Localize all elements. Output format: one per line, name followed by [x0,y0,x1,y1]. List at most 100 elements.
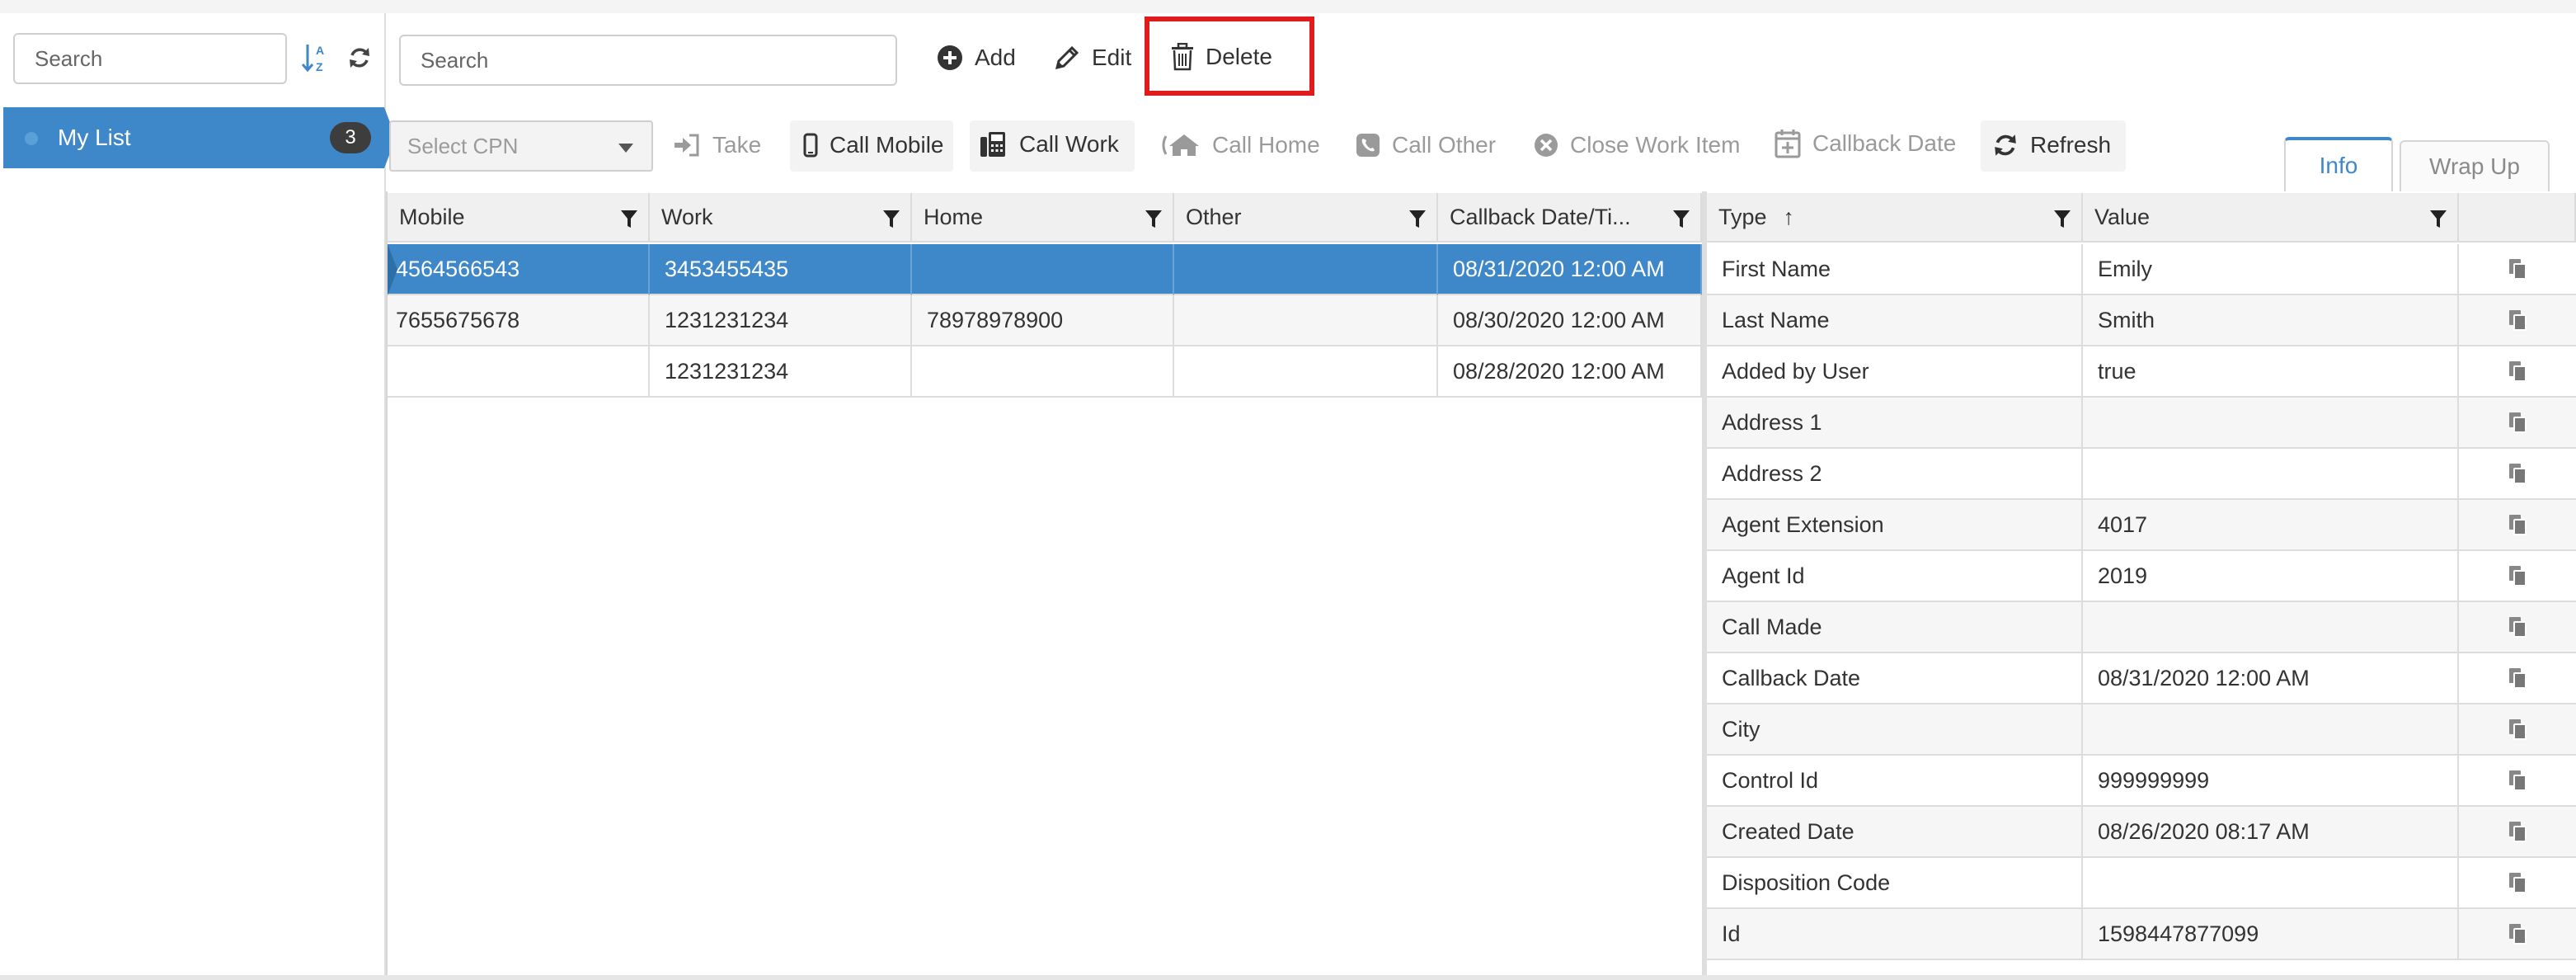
call-work-label: Call Work [1019,131,1119,157]
copy-icon[interactable] [2459,704,2576,756]
field-value: 08/26/2020 08:17 AM [2083,807,2459,858]
column-header-actions [2459,193,2576,243]
calendar-plus-icon [1775,130,1801,158]
field-value: 4017 [2083,500,2459,551]
table-cell: 08/30/2020 12:00 AM [1438,295,1702,346]
tab-info-label: Info [2319,153,2358,178]
bottom-border [0,975,2576,980]
filter-icon[interactable] [1672,210,1690,235]
field-value: true [2083,346,2459,398]
call-other-button[interactable]: Call Other [1356,132,1496,158]
copy-icon[interactable] [2459,653,2576,704]
contact-search-input[interactable] [399,35,897,86]
refresh-label: Refresh [2030,132,2112,158]
refresh-icon [1995,134,2016,156]
filter-icon[interactable] [882,210,900,235]
field-name: Last Name [1707,295,2083,346]
close-circle-icon [1535,134,1558,157]
table-cell: 08/31/2020 12:00 AM [1438,244,1702,295]
tab-wrap-up-label: Wrap Up [2429,153,2520,179]
copy-icon[interactable] [2459,398,2576,449]
field-value: 08/31/2020 12:00 AM [2083,653,2459,704]
field-name: Agent Id [1707,551,2083,602]
column-header-label: Value [2094,204,2151,229]
copy-icon[interactable] [2459,346,2576,398]
field-name: City [1707,704,2083,756]
refresh-button[interactable]: Refresh [1992,132,2111,158]
call-home-button[interactable]: Call Home [1159,132,1320,158]
sort-az-icon[interactable]: A Z [300,41,330,74]
copy-icon[interactable] [2459,602,2576,653]
top-strip [0,0,2576,13]
copy-icon[interactable] [2459,551,2576,602]
close-work-item-label: Close Work Item [1570,132,1741,158]
copy-icon[interactable] [2459,295,2576,346]
table-cell [1174,244,1438,295]
call-work-button[interactable]: Call Work [980,130,1119,158]
field-value [2083,398,2459,449]
column-header[interactable]: Callback Date/Ti... [1438,193,1702,243]
phone-square-icon [1356,134,1380,157]
field-value [2083,449,2459,500]
column-header[interactable]: Work [650,193,912,243]
svg-text:Z: Z [316,60,323,73]
filter-icon[interactable] [620,210,638,235]
filter-icon[interactable] [2053,210,2071,235]
details-grid: Type ↑ Value First Name Emily Last Name Smith A… [1707,193,2576,975]
close-work-item-button[interactable]: Close Work Item [1534,132,1740,158]
lists-panel: A Z My List 3 [0,13,396,975]
call-home-label: Call Home [1212,132,1320,158]
delete-highlight-box [1145,16,1314,96]
callback-date-button[interactable]: Callback Date [1775,129,1956,158]
edit-button[interactable]: Edit [1054,45,1131,71]
column-header-value[interactable]: Value [2083,193,2459,243]
add-button[interactable]: Add [937,45,1016,71]
field-name: Disposition Code [1707,858,2083,909]
column-header-label: Work [661,204,713,229]
field-name: Callback Date [1707,653,2083,704]
cpn-placeholder: Select CPN [407,133,519,158]
list-search-input[interactable] [13,33,287,84]
copy-icon[interactable] [2459,756,2576,807]
table-cell: 1231231234 [650,346,912,398]
call-other-label: Call Other [1392,132,1497,158]
tab-wrap-up[interactable]: Wrap Up [2400,140,2550,191]
column-header-label: Home [924,204,984,229]
column-header[interactable]: Home [912,193,1174,243]
table-cell: 7655675678 [388,295,650,346]
filter-icon[interactable] [2429,210,2447,235]
copy-icon[interactable] [2459,909,2576,960]
table-cell [1174,346,1438,398]
field-name: Address 1 [1707,398,2083,449]
copy-icon[interactable] [2459,449,2576,500]
filter-icon[interactable] [1145,210,1163,235]
field-name: Created Date [1707,807,2083,858]
column-header-label: Mobile [399,204,465,229]
table-cell: 08/28/2020 12:00 AM [1438,346,1702,398]
tab-info[interactable]: Info [2284,137,2393,191]
filter-icon[interactable] [1408,210,1427,235]
column-header[interactable]: Mobile [388,193,650,243]
copy-icon[interactable] [2459,858,2576,909]
list-count-badge: 3 [330,122,371,153]
table-cell: 1231231234 [650,295,912,346]
add-label: Add [975,45,1016,70]
row-pointer [388,244,397,295]
field-value [2083,858,2459,909]
app-window: A Z My List 3 Add [0,0,2576,980]
list-item-my-list[interactable]: My List 3 [3,107,396,168]
field-name: Added by User [1707,346,2083,398]
home-icon [1162,134,1199,156]
column-header-type[interactable]: Type ↑ [1707,193,2083,243]
column-header[interactable]: Other [1174,193,1438,243]
take-button[interactable]: Take [673,132,761,158]
cpn-select[interactable]: Select CPN [389,120,653,172]
field-value [2083,704,2459,756]
call-mobile-button[interactable]: Call Mobile [803,132,944,158]
copy-icon[interactable] [2459,244,2576,295]
field-name: Call Made [1707,602,2083,653]
copy-icon[interactable] [2459,807,2576,858]
take-label: Take [712,132,762,158]
refresh-lists-icon[interactable] [345,43,374,73]
copy-icon[interactable] [2459,500,2576,551]
